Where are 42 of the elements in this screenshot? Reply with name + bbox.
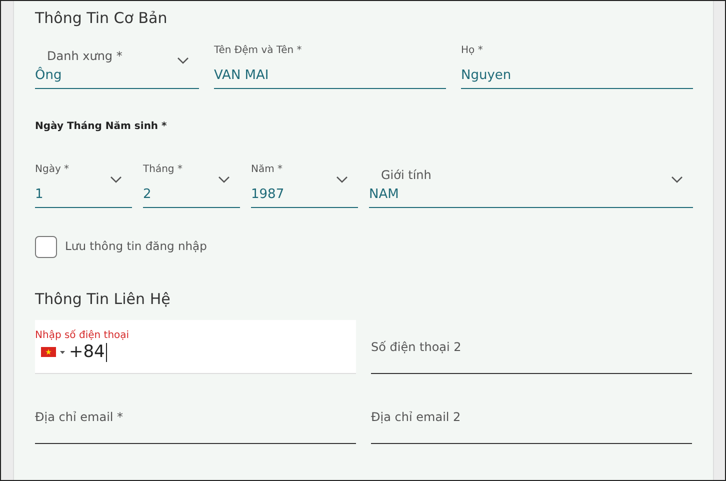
- field-value: Nguyen: [461, 68, 512, 86]
- section-title: Thông Tin Liên Hệ: [35, 290, 172, 308]
- dropdown-field[interactable]: Ngày * 1: [35, 160, 132, 208]
- field-value: 2: [143, 187, 152, 204]
- dropdown-field[interactable]: Năm * 1987: [251, 160, 358, 208]
- field-label: Giới tính: [381, 167, 432, 184]
- text-field[interactable]: Tên Đệm và Tên * VAN MAI: [214, 41, 446, 89]
- field-label: Ngày *: [35, 163, 70, 177]
- section-title: Thông Tin Cơ Bản: [35, 9, 168, 27]
- chevron-icon[interactable]: [671, 176, 683, 184]
- field-value: +84: [69, 343, 107, 362]
- field-value: VAN MAI: [214, 68, 270, 86]
- dropdown-field[interactable]: Danh xưng * Ông: [35, 41, 199, 89]
- field-label: Tháng *: [143, 163, 182, 177]
- phone-field[interactable]: Nhập số điện thoại +84: [35, 320, 356, 374]
- checkbox[interactable]: [35, 236, 57, 258]
- field-value: NAM: [369, 187, 400, 204]
- field-label: Số điện thoại 2: [371, 339, 462, 356]
- caret-icon[interactable]: [60, 350, 65, 354]
- text-field[interactable]: Số điện thoại 2: [371, 328, 692, 374]
- field-label: Năm *: [251, 163, 283, 177]
- field-label: Tên Đệm và Tên *: [214, 44, 302, 58]
- field-label: Nhập số điện thoại: [35, 328, 130, 343]
- dropdown-field[interactable]: Giới tính NAM: [369, 160, 693, 208]
- field-value: Ông: [35, 68, 63, 86]
- chevron-icon[interactable]: [110, 176, 122, 184]
- chevron-icon[interactable]: [177, 57, 189, 65]
- flag-icon[interactable]: [41, 347, 56, 358]
- chevron-icon[interactable]: [336, 176, 348, 184]
- field-value: 1: [35, 187, 44, 204]
- checkbox-label: Lưu thông tin đăng nhập: [65, 238, 207, 256]
- text-field[interactable]: Địa chỉ email 2: [371, 398, 692, 444]
- text-field[interactable]: Họ * Nguyen: [461, 41, 693, 89]
- field-label: Địa chỉ email *: [35, 409, 124, 426]
- field-label: Họ *: [461, 44, 483, 58]
- field-label: Địa chỉ email 2: [371, 409, 461, 426]
- chevron-icon[interactable]: [218, 176, 230, 184]
- field-label: Danh xưng *: [47, 48, 122, 65]
- field-value: 1987: [251, 187, 286, 204]
- text-field[interactable]: Địa chỉ email *: [35, 398, 356, 444]
- dropdown-field[interactable]: Tháng * 2: [143, 160, 240, 208]
- field-group-label: Ngày Tháng Năm sinh *: [35, 120, 168, 134]
